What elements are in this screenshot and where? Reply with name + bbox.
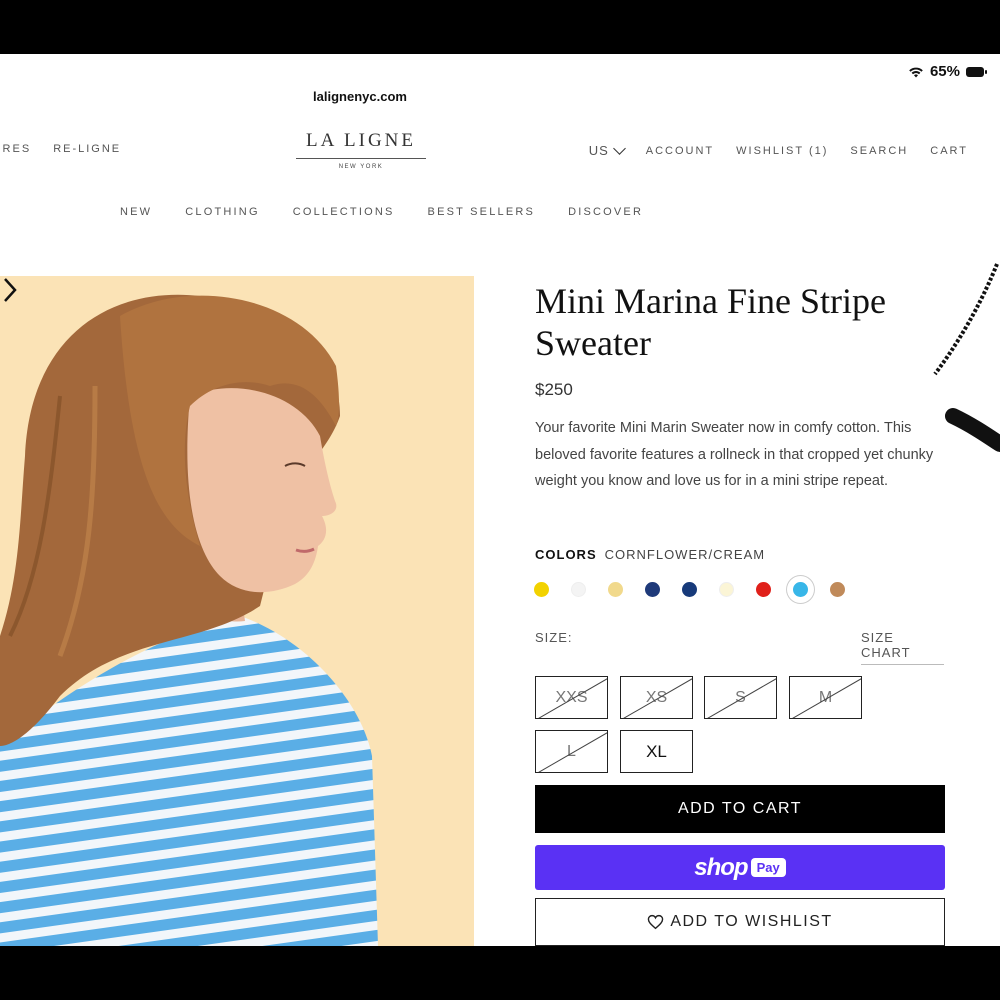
- size-chart-link[interactable]: SIZE CHART: [861, 630, 944, 665]
- main-navigation: NEW CLOTHING COLLECTIONS BEST SELLERS DI…: [120, 206, 643, 218]
- color-swatch[interactable]: [571, 582, 586, 597]
- color-swatch[interactable]: [645, 582, 660, 597]
- country-label: US: [588, 143, 609, 158]
- color-swatch[interactable]: [719, 582, 734, 597]
- logo-text: LA LIGNE: [296, 130, 426, 159]
- nav-re-ligne[interactable]: RE-LIGNE: [53, 143, 121, 155]
- size-l-button[interactable]: L: [535, 730, 608, 773]
- color-swatch[interactable]: [608, 582, 623, 597]
- selected-color-name: CORNFLOWER/CREAM: [604, 547, 766, 562]
- product-price: $250: [535, 380, 573, 399]
- colors-label: COLORS: [535, 547, 597, 562]
- address-bar-url[interactable]: lalignenyc.com: [0, 89, 720, 104]
- chevron-right-icon[interactable]: [0, 276, 20, 304]
- heart-icon: [648, 914, 664, 930]
- color-swatch[interactable]: [534, 582, 549, 597]
- size-xl-button[interactable]: XL: [620, 730, 693, 773]
- nav-clothing[interactable]: CLOTHING: [185, 206, 259, 218]
- add-to-wishlist-button[interactable]: ADD TO WISHLIST: [535, 898, 945, 946]
- color-swatch-selected[interactable]: [793, 582, 808, 597]
- shop-pay-shop-text: shop: [694, 853, 748, 881]
- nav-best-sellers[interactable]: BEST SELLERS: [428, 206, 536, 218]
- size-xxs-button[interactable]: XXS: [535, 676, 608, 719]
- color-selection: COLORS CORNFLOWER/CREAM: [535, 547, 765, 562]
- shop-pay-button[interactable]: shop Pay: [535, 845, 945, 890]
- status-bar: 65%: [908, 63, 987, 80]
- top-black-bar: [0, 0, 1000, 54]
- nav-new[interactable]: NEW: [120, 206, 152, 218]
- add-to-cart-button[interactable]: ADD TO CART: [535, 785, 945, 833]
- browser-screen: 65% lalignenyc.com ORES RE-LIGNE LA LIGN…: [0, 54, 1000, 946]
- site-logo[interactable]: LA LIGNE NEW YORK: [296, 130, 426, 170]
- product-image[interactable]: [0, 276, 474, 946]
- nav-stores[interactable]: ORES: [0, 143, 31, 155]
- nav-search[interactable]: SEARCH: [850, 145, 908, 157]
- nav-collections[interactable]: COLLECTIONS: [293, 206, 395, 218]
- wishlist-button-label: ADD TO WISHLIST: [670, 913, 833, 930]
- product-title: Mini Marina Fine Stripe Sweater: [535, 281, 886, 363]
- nav-cart[interactable]: CART: [930, 145, 968, 157]
- model-illustration: [0, 294, 378, 946]
- chevron-down-icon: [612, 141, 626, 155]
- nav-wishlist[interactable]: WISHLIST (1): [736, 145, 828, 157]
- logo-subtext: NEW YORK: [338, 164, 384, 170]
- size-s-button[interactable]: S: [704, 676, 777, 719]
- header-left-nav: ORES RE-LIGNE: [0, 143, 121, 155]
- battery-percent: 65%: [929, 63, 960, 80]
- size-label: SIZE:: [535, 630, 573, 645]
- wifi-icon: [909, 67, 923, 77]
- color-swatch[interactable]: [830, 582, 845, 597]
- country-selector[interactable]: US: [588, 141, 626, 158]
- product-description: Your favorite Mini Marin Sweater now in …: [535, 420, 934, 489]
- pen-stroke-overlay: [933, 263, 1000, 452]
- size-m-button[interactable]: M: [789, 676, 862, 719]
- nav-account[interactable]: ACCOUNT: [646, 145, 714, 157]
- battery-icon: [966, 66, 987, 77]
- color-swatch[interactable]: [756, 582, 771, 597]
- shop-pay-badge: Pay: [750, 858, 786, 877]
- size-xs-button[interactable]: XS: [620, 676, 693, 719]
- bottom-black-bar: [0, 946, 1000, 1000]
- header-right-nav: US ACCOUNT WISHLIST (1) SEARCH CART: [588, 141, 968, 158]
- color-swatch[interactable]: [682, 582, 697, 597]
- color-swatches: [534, 582, 845, 597]
- nav-discover[interactable]: DISCOVER: [568, 206, 643, 218]
